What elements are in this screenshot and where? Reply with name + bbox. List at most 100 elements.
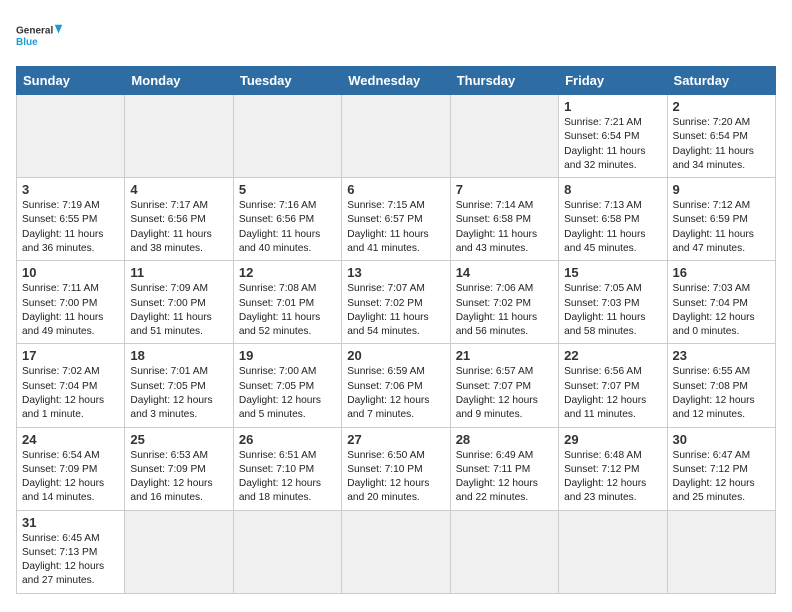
calendar-cell: 18 Sunrise: 7:01 AM Sunset: 7:05 PM Dayli… [125,344,233,427]
calendar-cell [667,510,775,593]
day-info: Sunrise: 7:21 AM Sunset: 6:54 PM Dayligh… [564,116,661,173]
day-info: Sunrise: 7:03 AM Sunset: 7:04 PM Dayligh… [673,282,770,339]
day-info: Sunrise: 6:45 AM Sunset: 7:13 PM Dayligh… [22,532,119,589]
day-info: Sunrise: 7:17 AM Sunset: 6:56 PM Dayligh… [130,199,227,256]
day-info: Sunrise: 7:08 AM Sunset: 7:01 PM Dayligh… [239,282,336,339]
week-row-6: 31 Sunrise: 6:45 AM Sunset: 7:13 PM Dayli… [17,510,776,593]
calendar-cell: 17Sunrise: 7:02 AM Sunset: 7:04 PM Dayli… [17,344,125,427]
header-tuesday: Tuesday [233,67,341,95]
calendar-cell [17,95,125,178]
calendar-cell [125,95,233,178]
day-number: 26 [239,432,336,447]
day-info: Sunrise: 6:51 AM Sunset: 7:10 PM Dayligh… [239,449,336,506]
day-info: Sunrise: 6:59 AM Sunset: 7:06 PM Dayligh… [347,365,444,422]
calendar-cell: 22Sunrise: 6:56 AM Sunset: 7:07 PM Dayli… [559,344,667,427]
week-row-5: 24 Sunrise: 6:54 AM Sunset: 7:09 PM Dayli… [17,427,776,510]
day-number: 15 [564,265,661,280]
day-number: 24 [22,432,119,447]
calendar-cell: 30 Sunrise: 6:47 AM Sunset: 7:12 PM Dayli… [667,427,775,510]
day-number: 5 [239,182,336,197]
calendar-cell [342,510,450,593]
day-info: Sunrise: 7:13 AM Sunset: 6:58 PM Dayligh… [564,199,661,256]
day-number: 16 [673,265,770,280]
calendar-cell: 1 Sunrise: 7:21 AM Sunset: 6:54 PM Daylig… [559,95,667,178]
day-number: 8 [564,182,661,197]
day-number: 27 [347,432,444,447]
week-row-2: 3 Sunrise: 7:19 AM Sunset: 6:55 PM Daylig… [17,178,776,261]
day-number: 1 [564,99,661,114]
day-number: 3 [22,182,119,197]
calendar-cell: 21Sunrise: 6:57 AM Sunset: 7:07 PM Dayli… [450,344,558,427]
calendar-cell: 24 Sunrise: 6:54 AM Sunset: 7:09 PM Dayli… [17,427,125,510]
day-info: Sunrise: 6:47 AM Sunset: 7:12 PM Dayligh… [673,449,770,506]
day-info: Sunrise: 6:48 AM Sunset: 7:12 PM Dayligh… [564,449,661,506]
calendar-cell: 16 Sunrise: 7:03 AM Sunset: 7:04 PM Dayli… [667,261,775,344]
header-thursday: Thursday [450,67,558,95]
day-info: Sunrise: 7:19 AM Sunset: 6:55 PM Dayligh… [22,199,119,256]
day-number: 29 [564,432,661,447]
calendar-cell: 14 Sunrise: 7:06 AM Sunset: 7:02 PM Dayli… [450,261,558,344]
calendar-cell: 23Sunrise: 6:55 AM Sunset: 7:08 PM Dayli… [667,344,775,427]
day-number: 30 [673,432,770,447]
calendar-cell: 27 Sunrise: 6:50 AM Sunset: 7:10 PM Dayli… [342,427,450,510]
calendar-cell: 25Sunrise: 6:53 AM Sunset: 7:09 PM Dayli… [125,427,233,510]
day-number: 11 [130,265,227,280]
logo: General Blue [16,16,66,56]
week-row-1: 1 Sunrise: 7:21 AM Sunset: 6:54 PM Daylig… [17,95,776,178]
day-number: 12 [239,265,336,280]
calendar-cell [342,95,450,178]
header-sunday: Sunday [17,67,125,95]
header-saturday: Saturday [667,67,775,95]
calendar-cell: 5 Sunrise: 7:16 AM Sunset: 6:56 PM Daylig… [233,178,341,261]
days-header-row: SundayMondayTuesdayWednesdayThursdayFrid… [17,67,776,95]
calendar-cell: 10Sunrise: 7:11 AM Sunset: 7:00 PM Dayli… [17,261,125,344]
week-row-4: 17Sunrise: 7:02 AM Sunset: 7:04 PM Dayli… [17,344,776,427]
day-number: 6 [347,182,444,197]
calendar-cell: 4 Sunrise: 7:17 AM Sunset: 6:56 PM Daylig… [125,178,233,261]
calendar-cell: 19 Sunrise: 7:00 AM Sunset: 7:05 PM Dayli… [233,344,341,427]
calendar-cell: 8 Sunrise: 7:13 AM Sunset: 6:58 PM Daylig… [559,178,667,261]
day-number: 23 [673,348,770,363]
calendar-cell: 12 Sunrise: 7:08 AM Sunset: 7:01 PM Dayli… [233,261,341,344]
day-number: 28 [456,432,553,447]
day-info: Sunrise: 6:57 AM Sunset: 7:07 PM Dayligh… [456,365,553,422]
day-number: 4 [130,182,227,197]
day-info: Sunrise: 7:16 AM Sunset: 6:56 PM Dayligh… [239,199,336,256]
day-number: 13 [347,265,444,280]
day-number: 2 [673,99,770,114]
day-number: 20 [347,348,444,363]
calendar-cell: 3 Sunrise: 7:19 AM Sunset: 6:55 PM Daylig… [17,178,125,261]
logo-svg: General Blue [16,16,66,56]
day-number: 22 [564,348,661,363]
header-monday: Monday [125,67,233,95]
calendar-cell: 31 Sunrise: 6:45 AM Sunset: 7:13 PM Dayli… [17,510,125,593]
day-number: 18 [130,348,227,363]
day-info: Sunrise: 7:20 AM Sunset: 6:54 PM Dayligh… [673,116,770,173]
calendar-cell: 20 Sunrise: 6:59 AM Sunset: 7:06 PM Dayli… [342,344,450,427]
day-info: Sunrise: 7:00 AM Sunset: 7:05 PM Dayligh… [239,365,336,422]
day-info: Sunrise: 7:02 AM Sunset: 7:04 PM Dayligh… [22,365,119,422]
day-number: 31 [22,515,119,530]
day-info: Sunrise: 7:06 AM Sunset: 7:02 PM Dayligh… [456,282,553,339]
calendar-cell: 6 Sunrise: 7:15 AM Sunset: 6:57 PM Daylig… [342,178,450,261]
calendar-cell: 15Sunrise: 7:05 AM Sunset: 7:03 PM Dayli… [559,261,667,344]
day-number: 19 [239,348,336,363]
day-info: Sunrise: 7:11 AM Sunset: 7:00 PM Dayligh… [22,282,119,339]
day-info: Sunrise: 7:09 AM Sunset: 7:00 PM Dayligh… [130,282,227,339]
day-info: Sunrise: 6:54 AM Sunset: 7:09 PM Dayligh… [22,449,119,506]
calendar-cell: 29 Sunrise: 6:48 AM Sunset: 7:12 PM Dayli… [559,427,667,510]
calendar-cell: 2 Sunrise: 7:20 AM Sunset: 6:54 PM Daylig… [667,95,775,178]
calendar-cell: 9Sunrise: 7:12 AM Sunset: 6:59 PM Daylig… [667,178,775,261]
calendar-cell [450,95,558,178]
calendar-cell: 13Sunrise: 7:07 AM Sunset: 7:02 PM Dayli… [342,261,450,344]
day-info: Sunrise: 7:15 AM Sunset: 6:57 PM Dayligh… [347,199,444,256]
calendar-cell: 11 Sunrise: 7:09 AM Sunset: 7:00 PM Dayli… [125,261,233,344]
day-number: 14 [456,265,553,280]
calendar-cell: 28Sunrise: 6:49 AM Sunset: 7:11 PM Dayli… [450,427,558,510]
svg-text:General: General [16,26,53,37]
day-info: Sunrise: 6:50 AM Sunset: 7:10 PM Dayligh… [347,449,444,506]
day-info: Sunrise: 7:12 AM Sunset: 6:59 PM Dayligh… [673,199,770,256]
day-info: Sunrise: 7:14 AM Sunset: 6:58 PM Dayligh… [456,199,553,256]
day-info: Sunrise: 7:01 AM Sunset: 7:05 PM Dayligh… [130,365,227,422]
week-row-3: 10Sunrise: 7:11 AM Sunset: 7:00 PM Dayli… [17,261,776,344]
